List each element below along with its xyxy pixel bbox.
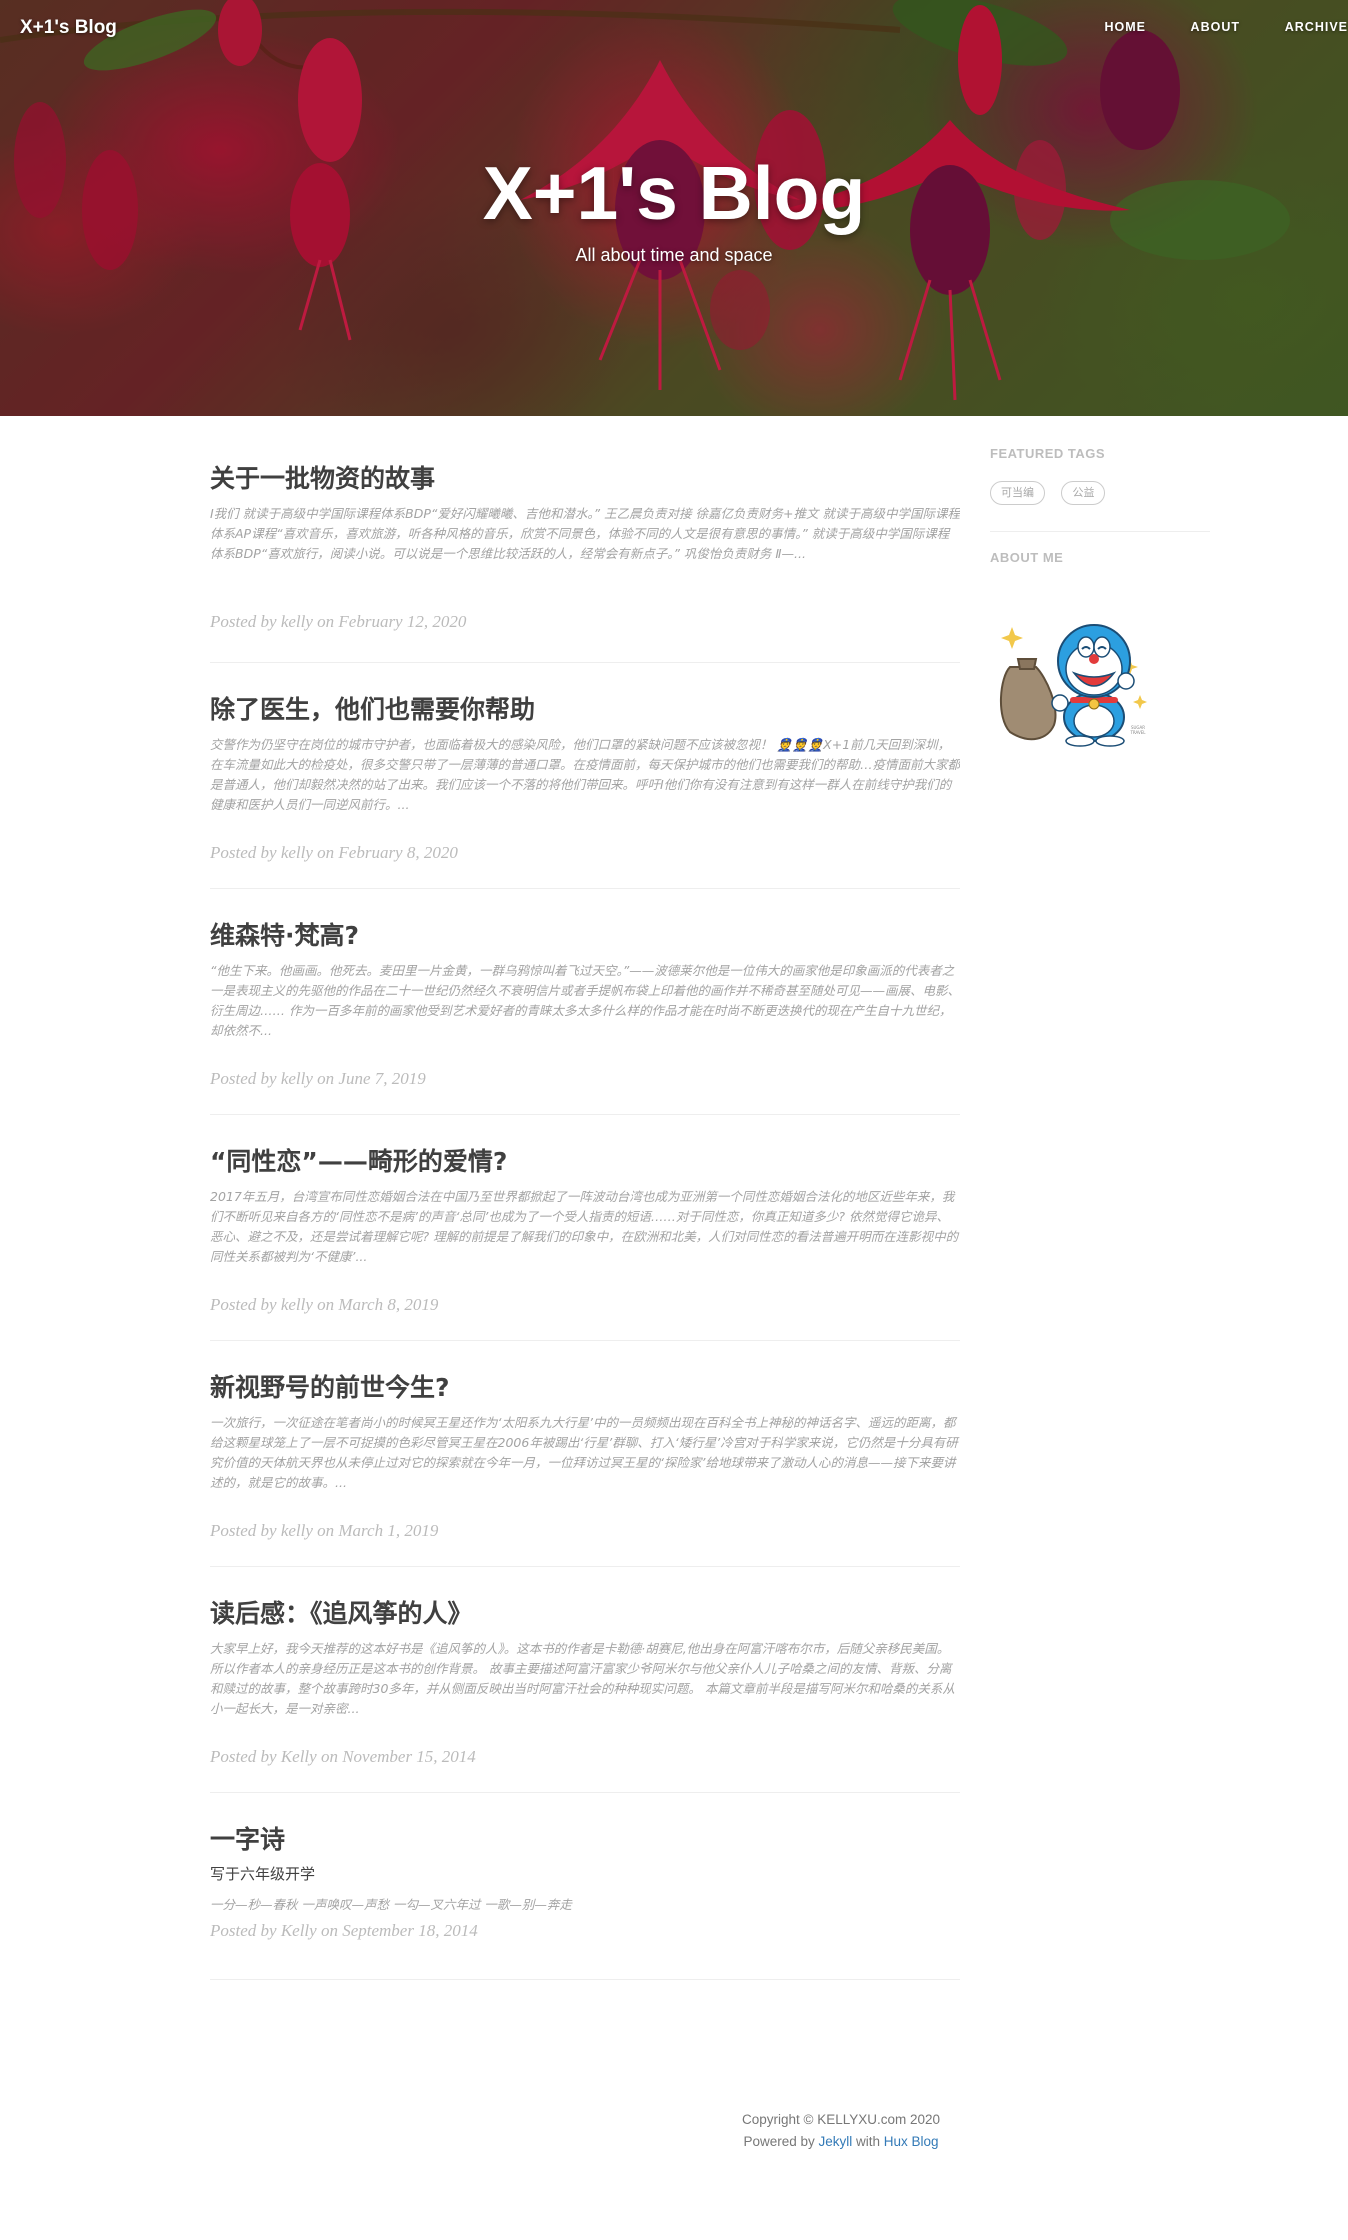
post-title-link[interactable]: 维森特·梵高? [210,919,960,953]
post-preview[interactable]: 读后感：《追风筝的人》 大家早上好，我今天推荐的这本好书是《追风筝的人》。这本书… [210,1567,960,1793]
post-excerpt: 大家早上好，我今天推荐的这本好书是《追风筝的人》。这本书的作者是卡勒德·胡赛尼,… [210,1641,955,1716]
post-meta: Posted by kelly on March 1, 2019 [210,1521,439,1540]
tag-link[interactable]: 可当编 [990,481,1045,505]
post-meta: Posted by kelly on February 12, 2020 [210,612,467,631]
post-meta: Posted by kelly on February 8, 2020 [210,843,458,862]
avatar-badge-text: SUGAR TRAVEL [1130,725,1146,735]
post-preview[interactable]: “同性恋”——畸形的爱情? 2017年五月，台湾宣布同性恋婚姻合法在中国乃至世界… [210,1115,960,1341]
post-meta: Posted by Kelly on November 15, 2014 [210,1747,476,1766]
post-meta: Posted by Kelly on September 18, 2014 [210,1921,478,1940]
powered-by-prefix: Powered by [743,2134,819,2149]
site-subtitle: All about time and space [575,245,773,265]
post-title-link[interactable]: 关于一批物资的故事 [210,462,960,496]
post-excerpt: 2017年五月，台湾宣布同性恋婚姻合法在中国乃至世界都掀起了一阵波动台湾也成为亚… [210,1189,959,1264]
brand-logo-link[interactable]: X+1's Blog [20,17,117,39]
tag-link[interactable]: 公益 [1061,481,1106,505]
featured-tags-heading: FEATURED TAGS [990,446,1106,461]
jekyll-link[interactable]: Jekyll [818,2134,852,2149]
post-meta: Posted by kelly on March 8, 2019 [210,1295,439,1314]
post-excerpt: 一次旅行，一次征途在笔者尚小的时候冥王星还作为‘太阳系九大行星’中的一员频频出现… [210,1415,958,1490]
powered-by-line: Powered by Jekyll with Hux Blog [0,2134,1348,2149]
post-preview[interactable]: 除了医生，他们也需要你帮助 交警作为仍坚守在岗位的城市守护者，也面临着极大的感染… [210,663,960,889]
post-excerpt: 一分—秒—春秋 一声唤叹—声愁 一勾—叉六年过 一歌—别—奔走 [210,1897,572,1912]
post-subtitle: 写于六年级开学 [210,1865,316,1883]
sidebar: FEATURED TAGS 可当编 公益 ABOUT ME SUGAR TRAV… [990,416,1210,747]
post-title-link[interactable]: 读后感：《追风筝的人》 [210,1597,960,1631]
post-title-link[interactable]: 除了医生，他们也需要你帮助 [210,693,960,727]
header-hero: X+1's Blog HOME ABOUT ARCHIVE X+1's Blog… [0,0,1348,416]
nav-archive-link[interactable]: ARCHIVE [1285,20,1348,34]
sidebar-divider [990,531,1210,532]
post-preview[interactable]: 维森特·梵高? “他生下来。他画画。他死去。麦田里一片金黄，一群乌鸦惊叫着飞过天… [210,889,960,1115]
site-title: X+1's Blog [482,151,866,235]
post-title-link[interactable]: 新视野号的前世今生? [210,1371,960,1405]
powered-by-with: with [852,2134,884,2149]
post-preview[interactable]: 新视野号的前世今生? 一次旅行，一次征途在笔者尚小的时候冥王星还作为‘太阳系九大… [210,1341,960,1567]
post-excerpt: Ⅰ我们 就读于高级中学国际课程体系BDP“爱好闪耀曦曦、吉他和潜水。” 王乙晨负… [210,506,960,561]
hux-blog-link[interactable]: Hux Blog [884,2134,939,2149]
post-title-link[interactable]: 一字诗 [210,1823,960,1857]
post-list: 关于一批物资的故事 Ⅰ我们 就读于高级中学国际课程体系BDP“爱好闪耀曦曦、吉他… [210,416,960,1980]
post-preview[interactable]: 关于一批物资的故事 Ⅰ我们 就读于高级中学国际课程体系BDP“爱好闪耀曦曦、吉他… [210,416,960,663]
tag-cloud: 可当编 公益 [990,481,1210,509]
copyright-text: Copyright © KELLYXU.com 2020 [741,2112,941,2127]
about-me-heading: ABOUT ME [990,550,1064,565]
nav-about-link[interactable]: ABOUT [1191,20,1240,34]
post-preview[interactable]: 一字诗 写于六年级开学 一分—秒—春秋 一声唤叹—声愁 一勾—叉六年过 一歌—别… [210,1793,960,1980]
nav-home-link[interactable]: HOME [1105,20,1147,34]
post-title-link[interactable]: “同性恋”——畸形的爱情? [210,1145,960,1179]
post-excerpt: 交警作为仍坚守在岗位的城市守护者，也面临着极大的感染风险，他们口罩的紧缺问题不应… [210,737,960,812]
post-excerpt: “他生下来。他画画。他死去。麦田里一片金黄，一群乌鸦惊叫着飞过天空。”——波德莱… [210,963,960,1038]
post-meta: Posted by kelly on June 7, 2019 [210,1069,426,1088]
about-me-avatar: SUGAR TRAVEL [990,607,1150,747]
